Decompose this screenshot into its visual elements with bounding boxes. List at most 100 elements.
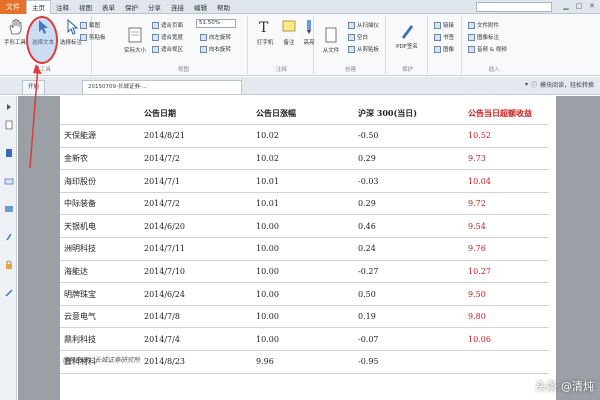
rotate-left-icon [200, 33, 207, 41]
highlight-circle [26, 16, 58, 64]
hand-tool-button[interactable]: 手形工具 [2, 18, 28, 46]
blank-button[interactable]: 空白 [348, 32, 368, 42]
header-stock [60, 102, 140, 126]
minimize-icon[interactable]: ▁ [561, 1, 571, 12]
ribbon-group-links: 链接 书签 图像 [430, 16, 462, 74]
window-controls: ▁ □ ✕ [561, 1, 597, 12]
table-cell: 10.27 [464, 260, 549, 284]
typewriter-icon: T [259, 20, 269, 36]
tab-bar-right: ▾ ⓘ 模块阅读，轻松转换 [525, 80, 594, 89]
from-scanner-button[interactable]: 从扫描仪 [348, 20, 379, 30]
pdf-sign-button[interactable]: PDF签名 [394, 22, 420, 50]
menu-edit[interactable]: 编辑 [189, 0, 212, 14]
menu-connect[interactable]: 连接 [166, 0, 189, 14]
search-input[interactable] [476, 2, 552, 12]
table-cell [464, 350, 549, 374]
camera-icon [80, 21, 87, 29]
table-cell: -0.27 [354, 260, 464, 284]
table-cell: 2014/7/4 [140, 327, 252, 352]
link-label: 链接 [443, 23, 455, 29]
table-cell: 2014/7/8 [140, 305, 252, 329]
table-cell: 2014/6/24 [140, 282, 252, 306]
rotate-right-button[interactable]: 向右旋转 [200, 44, 231, 54]
maximize-icon[interactable]: □ [574, 1, 584, 12]
image-icon [434, 45, 441, 53]
menu-comment[interactable]: 注释 [51, 0, 74, 14]
group-label-create: 创建 [344, 67, 356, 73]
clipboard-button[interactable]: 剪贴板 [80, 32, 106, 42]
comments-icon[interactable] [4, 204, 14, 214]
table-row: 海印股份 2014/7/1 10.01 -0.03 10.04 [60, 169, 549, 193]
menu-file[interactable]: 文件 [0, 0, 26, 14]
menu-help[interactable]: 帮助 [212, 0, 235, 14]
expand-icon[interactable] [4, 102, 14, 112]
header-date: 公告日期 [140, 102, 252, 126]
from-clipboard-label: 从剪贴板 [357, 47, 380, 53]
actual-size-button[interactable]: 实际大小 [122, 26, 148, 54]
menu-home[interactable]: 主页 [26, 0, 51, 14]
table-cell: 9.76 [464, 237, 549, 261]
image-button[interactable]: 图像 [434, 44, 454, 54]
pages-icon[interactable] [4, 120, 14, 130]
tab-document[interactable]: 20150709-长城证券-... [82, 80, 242, 94]
fit-page-button[interactable]: 适合页面 [152, 20, 183, 30]
table-row: 天银机电 2014/6/20 10.00 0.46 9.54 [60, 214, 549, 239]
file-attachment-button[interactable]: 文件附件 [468, 20, 499, 30]
audio-video-button[interactable]: 音频 & 视频 [468, 44, 507, 54]
fit-width-button[interactable]: 适合宽度 [152, 32, 183, 42]
tab-start[interactable]: 开始 [22, 80, 46, 94]
pointer-icon [67, 18, 79, 35]
snapshot-label: 截图 [89, 23, 101, 29]
table-cell: 9.50 [464, 282, 549, 306]
fit-visible-label: 适合视区 [161, 47, 184, 53]
typewriter-button[interactable]: T 打字机 [252, 18, 278, 46]
lock-icon[interactable] [4, 260, 14, 270]
table-cell: 9.96 [252, 350, 354, 374]
bookmark-label: 书签 [443, 35, 455, 41]
bookmark-panel-icon[interactable] [4, 148, 14, 158]
snapshot-button[interactable]: 截图 [80, 20, 100, 30]
link-button[interactable]: 链接 [434, 20, 454, 30]
image-annotation-label: 图像标注 [477, 35, 500, 41]
table-cell: -0.95 [354, 350, 464, 374]
pdf-page[interactable]: 公告日期 公告日涨幅 沪深 300(当日) 公告当日超额收益 天保能源 2014/… [60, 96, 556, 400]
menu-share[interactable]: 分享 [143, 0, 166, 14]
table-row: 云意电气 2014/7/8 10.00 0.19 9.80 [60, 305, 549, 329]
layers-icon[interactable] [4, 176, 14, 186]
fit-visible-button[interactable]: 适合视区 [152, 44, 183, 54]
from-file-label: 从文件 [322, 48, 340, 54]
table-cell: 9.80 [464, 305, 549, 329]
tools-icon[interactable] [4, 288, 14, 298]
table-row: 鼎利科技 2014/7/4 10.00 -0.07 10.06 [60, 327, 549, 352]
table-cell: 2014/6/20 [140, 214, 252, 239]
fit-visible-icon [152, 45, 159, 53]
ribbon-group-comment: T 打字机 备注 高亮 注释 [250, 16, 315, 74]
ribbon-group-protect: PDF签名 保护 [388, 16, 428, 74]
table-cell: 9.54 [464, 214, 549, 239]
table-cell: -0.07 [354, 327, 464, 352]
menu-view[interactable]: 视图 [74, 0, 97, 14]
table-cell: 天保能源 [60, 124, 140, 148]
from-clipboard-button[interactable]: 从剪贴板 [348, 44, 379, 54]
table-row: 海能达 2014/7/10 10.00 -0.27 10.27 [60, 260, 549, 284]
attachment-icon [468, 21, 475, 29]
table-cell: -0.03 [354, 169, 464, 193]
menu-protect[interactable]: 保护 [120, 0, 143, 14]
table-cell: 0.29 [354, 147, 464, 171]
dropdown-icon[interactable]: ▾ [525, 81, 528, 88]
close-icon[interactable]: ✕ [587, 1, 597, 12]
document-area[interactable]: 公告日期 公告日涨幅 沪深 300(当日) 公告当日超额收益 天保能源 2014/… [18, 96, 600, 400]
tab-right-text[interactable]: 模块阅读，轻松转换 [540, 80, 594, 89]
rotate-left-button[interactable]: 向左旋转 [200, 32, 231, 42]
table-cell: 10.04 [464, 169, 549, 193]
bookmark-button[interactable]: 书签 [434, 32, 454, 42]
attachment-panel-icon[interactable] [4, 232, 14, 242]
table-row: 洲明科技 2014/7/11 10.00 0.24 9.76 [60, 237, 549, 261]
table-cell: 10.02 [252, 147, 354, 171]
zoom-input[interactable]: 51.50% [196, 19, 236, 28]
menu-form[interactable]: 表单 [97, 0, 120, 14]
ribbon: 手形工具 选择文本 选择标注 工具 截图 剪贴板 实际大小 适合页面 适合宽度 … [0, 14, 600, 76]
table-row: 金新农 2014/7/2 10.02 0.29 9.73 [60, 147, 549, 171]
from-file-button[interactable]: 从文件 [318, 26, 344, 54]
image-annotation-button[interactable]: 图像标注 [468, 32, 499, 42]
